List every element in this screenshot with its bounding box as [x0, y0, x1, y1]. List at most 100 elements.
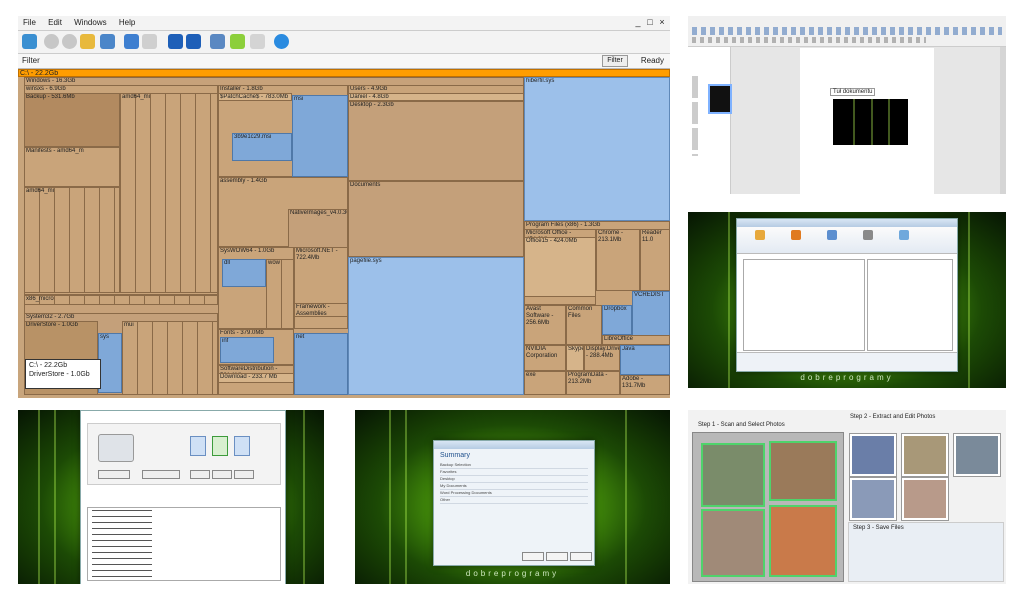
block-syswow-grid[interactable]: wow	[266, 259, 294, 329]
extracted-photo[interactable]	[850, 434, 896, 476]
extracted-photo[interactable]	[850, 478, 896, 520]
editor-side-tabs	[692, 76, 698, 156]
minimize-icon[interactable]: _	[632, 17, 644, 27]
up-folder-icon[interactable]	[80, 34, 95, 49]
delete-button[interactable]	[212, 470, 232, 479]
block-libreoffice[interactable]: LibreOffice	[602, 335, 670, 345]
backup-detail-list[interactable]	[867, 259, 953, 351]
block-daniel[interactable]: Daniel - 4.8Gb	[348, 93, 524, 101]
home-icon[interactable]	[100, 34, 115, 49]
back-button[interactable]	[522, 552, 544, 561]
editor-scrollbar[interactable]	[1000, 47, 1006, 194]
block-dropbox[interactable]: Dropbox	[602, 305, 632, 335]
extracted-photo[interactable]	[902, 434, 948, 476]
editor-text-box[interactable]: Tuł dokumentu	[830, 88, 876, 96]
zoom-out-icon[interactable]	[186, 34, 201, 49]
extracted-photo[interactable]	[954, 434, 1000, 476]
block-amd64-grid[interactable]: amd64_mi	[120, 93, 218, 293]
extra-button[interactable]	[234, 470, 254, 479]
ribbon-welcome[interactable]	[745, 230, 775, 242]
scanned-photo[interactable]	[701, 443, 765, 507]
block-net-files[interactable]: net	[294, 333, 348, 395]
block-common-files[interactable]: Common Files	[566, 305, 602, 345]
page-thumbnail[interactable]	[708, 84, 732, 114]
ribbon-help[interactable]	[889, 230, 919, 242]
menu-file[interactable]: File	[18, 16, 41, 29]
users-icon[interactable]	[210, 34, 225, 49]
forward-icon[interactable]	[62, 34, 77, 49]
block-framework[interactable]: Framework - Assemblies	[294, 303, 348, 317]
close-icon[interactable]: ×	[656, 17, 668, 27]
copy-log[interactable]	[87, 507, 281, 581]
ribbon-restore[interactable]	[817, 230, 847, 242]
block-syswow-files[interactable]: dll	[222, 259, 266, 287]
block-java[interactable]: Java	[620, 345, 670, 375]
block-pagefile[interactable]: pagefile.sys	[348, 257, 524, 395]
block-vcredist[interactable]: VCREDIST	[632, 291, 670, 337]
block-system32-files[interactable]: sys	[98, 333, 122, 393]
block-msi-files[interactable]: msi	[292, 95, 348, 177]
summary-row: Backup Selection	[440, 462, 588, 469]
cancel-button[interactable]	[570, 552, 592, 561]
block-font-files[interactable]: inf	[220, 337, 274, 363]
block-avast[interactable]: Avast Software - 256.6Mb	[524, 305, 566, 345]
scanned-photo[interactable]	[769, 505, 837, 577]
block-nativeimages[interactable]: NativeImages_v4.0.30319	[288, 209, 348, 249]
favorites-star-icon[interactable]	[230, 34, 245, 49]
block-manifests[interactable]: Manifests - amd64_m	[24, 147, 120, 187]
thumbnail-summary-dialog[interactable]: Summary Backup Selection Favorites Deskt…	[355, 410, 670, 584]
block-reader[interactable]: Reader 11.0	[640, 229, 670, 291]
block-amd64-grid-2[interactable]: amd64_mi	[24, 187, 120, 293]
thumbnail-document-editor[interactable]: Tuł dokumentu	[688, 16, 1006, 194]
scanned-photo[interactable]	[701, 509, 765, 577]
summary-row: Word Processing Documents	[440, 490, 588, 497]
block-x86-micro[interactable]: x86_micro	[24, 295, 218, 305]
print-button[interactable]	[98, 470, 130, 479]
block-desktop[interactable]: Desktop - 2.3Gb	[348, 101, 524, 181]
block-office15[interactable]: Office15 - 424.0Mb	[524, 237, 596, 297]
menu-windows[interactable]: Windows	[69, 16, 111, 29]
thumbnail-copy-app[interactable]	[18, 410, 324, 584]
settings-gear-icon[interactable]	[274, 34, 289, 49]
report-icon[interactable]	[142, 34, 157, 49]
maximize-icon[interactable]: □	[644, 17, 656, 27]
block-skype[interactable]: Skype	[566, 345, 584, 371]
refresh-icon[interactable]	[124, 34, 139, 49]
block-backup[interactable]: Backup - 531.6Mb	[24, 93, 120, 147]
move-button[interactable]	[190, 470, 210, 479]
treemap[interactable]: C:\ - 22.2Gb Windows - 16.3Gb winsxs - 6…	[18, 69, 670, 398]
block-chrome[interactable]: Chrome - 213.1Mb	[596, 229, 640, 291]
scanned-photo[interactable]	[769, 441, 837, 501]
block-dialog[interactable]: exe	[524, 371, 566, 395]
backup-file-list[interactable]	[743, 259, 865, 351]
editor-inserted-image[interactable]	[833, 99, 908, 145]
thumbnail-backup-app[interactable]: dobreprogramy	[688, 212, 1006, 388]
extracted-photo[interactable]	[902, 478, 948, 520]
menu-help[interactable]: Help	[114, 16, 140, 29]
block-documents[interactable]: Documents	[348, 181, 524, 257]
back-icon[interactable]	[44, 34, 59, 49]
ribbon-options[interactable]	[853, 230, 883, 242]
block-download[interactable]: Download - 233.7 Mb	[218, 373, 294, 383]
block-programdata[interactable]: ProgramData - 213.2Mb	[566, 371, 620, 395]
new-scan-icon[interactable]	[22, 34, 37, 49]
step1-label: Step 1 - Scan and Select Photos	[698, 422, 785, 428]
block-patchcache[interactable]: $PatchCache$ - 783.0Mb	[218, 93, 292, 101]
block-system32-grid[interactable]: mui	[122, 321, 218, 395]
ribbon-backup[interactable]	[781, 230, 811, 242]
block-windows-label: Windows - 16.3Gb	[26, 78, 76, 84]
help-book-icon[interactable]	[250, 34, 265, 49]
copy-button[interactable]	[142, 470, 180, 479]
block-large-file[interactable]: hiberfil.sys	[524, 77, 670, 221]
next-button[interactable]	[546, 552, 568, 561]
zoom-in-icon[interactable]	[168, 34, 183, 49]
block-nvidia[interactable]: NVIDIA Corporation	[524, 345, 566, 371]
treemap-root[interactable]: C:\ - 22.2Gb	[18, 69, 670, 77]
menu-edit[interactable]: Edit	[43, 16, 67, 29]
block-adobe[interactable]: Adobe - 131.7Mb	[620, 375, 670, 395]
filter-button[interactable]: Filter	[602, 55, 628, 67]
block-display-driver[interactable]: Display.Driver - 288.4Mb	[584, 345, 620, 371]
block-wmv-file[interactable]: 3b9e1c29.msi	[232, 133, 292, 161]
thumbnail-photo-scanner[interactable]: Step 1 - Scan and Select Photos Step 2 -…	[688, 410, 1006, 584]
scan-bed[interactable]	[692, 432, 844, 582]
